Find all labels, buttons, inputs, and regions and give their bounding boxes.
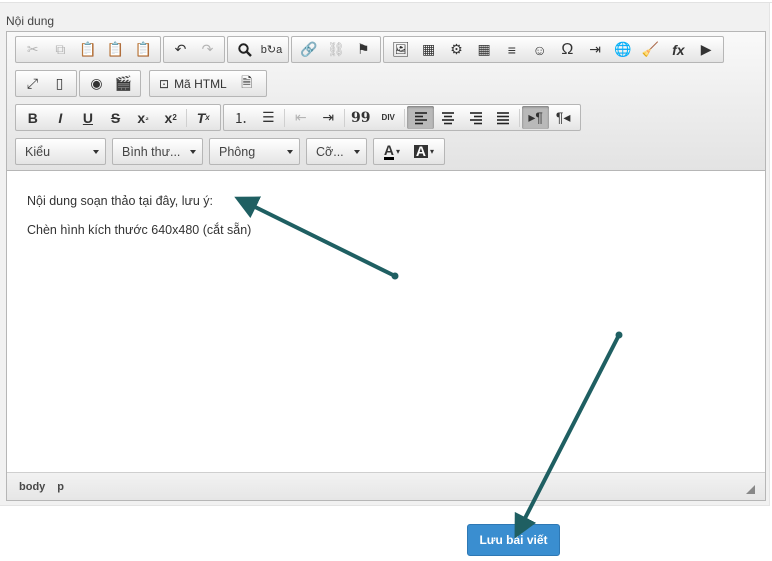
content-paragraph: Chèn hình kích thước 640x480 (cắt sẵn)	[27, 223, 252, 237]
content-paragraph: Nội dung soạn thảo tại đây, lưu ý:	[27, 194, 214, 208]
remove-format-icon[interactable]: Tx	[189, 106, 217, 129]
video-icon[interactable]: 🎬	[110, 72, 137, 95]
create-div-icon[interactable]: DIV	[374, 106, 402, 129]
cut-icon[interactable]: ✂	[19, 38, 47, 61]
maximize-icon[interactable]: ⤢	[19, 72, 46, 95]
superscript-icon[interactable]: x2	[157, 106, 185, 129]
undo-group: ↶ ↷	[163, 36, 225, 63]
path-element-p[interactable]: p	[57, 481, 64, 493]
style-combo-label: Kiểu	[25, 144, 51, 159]
subscript-icon[interactable]: x₂	[129, 106, 157, 129]
align-left-icon[interactable]	[406, 106, 435, 129]
chevron-down-icon	[93, 150, 99, 154]
iframe-globe-icon[interactable]: 🌐	[609, 38, 637, 61]
html-source-label: Mã HTML	[174, 76, 227, 91]
editor-content-area[interactable]: Nội dung soạn thảo tại đây, lưu ý: Chèn …	[7, 172, 765, 472]
outdent-icon[interactable]: ⇤	[287, 106, 315, 129]
color-group: A ▾ A ▾	[373, 138, 445, 165]
smiley-icon[interactable]: ☺	[526, 38, 554, 61]
copy-icon[interactable]: ⧉	[47, 38, 75, 61]
show-blocks-icon[interactable]: ▯	[46, 72, 73, 95]
source-group: ⊡ Mã HTML 🗎	[149, 70, 267, 97]
font-combo-label: Phông	[219, 144, 256, 159]
view-group: ⤢ ▯	[15, 70, 77, 97]
separator	[284, 108, 285, 127]
font-combo[interactable]: Phông	[209, 138, 300, 165]
paste-word-icon[interactable]: 📋	[129, 38, 157, 61]
separator	[403, 108, 405, 127]
image-icon[interactable]: 🖼	[387, 38, 415, 61]
indent-icon[interactable]: ⇥	[314, 106, 342, 129]
media-group: ◉ 🎬	[79, 70, 141, 97]
clean-format-icon[interactable]: 🧹	[637, 38, 665, 61]
strikethrough-button[interactable]: S	[102, 106, 130, 129]
save-article-button[interactable]: Lưu bài viết	[467, 524, 560, 556]
chevron-down-icon	[287, 150, 293, 154]
undo-icon[interactable]: ↶	[167, 38, 194, 61]
anchor-flag-icon[interactable]: ⚑	[350, 38, 377, 61]
editor-statusbar: body p	[7, 472, 765, 500]
format-combo-label: Bình thư...	[122, 144, 181, 159]
underline-button[interactable]: U	[74, 106, 102, 129]
find-group: b↻a	[227, 36, 289, 63]
text-color-icon[interactable]: A ▾	[376, 140, 408, 163]
special-char-icon[interactable]: Ω	[554, 38, 582, 61]
page-break-icon[interactable]: ⇥	[581, 38, 609, 61]
flash-object-icon[interactable]: ⚙	[443, 38, 471, 61]
italic-button[interactable]: I	[47, 106, 75, 129]
text-style-group: B I U S x₂ x2 Tx	[15, 104, 221, 131]
redo-icon[interactable]: ↷	[194, 38, 221, 61]
html-source-button[interactable]: ⊡ Mã HTML	[153, 72, 233, 95]
content-field-panel: Nội dung ✂ ⧉ 📋 📋 📋 ↶ ↷ b↻a 🔗 ⛓ ⚑ 🖼 ▦ ⚙ ▦…	[0, 3, 770, 506]
link-icon[interactable]: 🔗	[295, 38, 322, 61]
insert-group: 🖼 ▦ ⚙ ▦ ≡ ☺ Ω ⇥ 🌐 🧹 fx ▶	[383, 36, 724, 63]
editor-toolbar: ✂ ⧉ 📋 📋 📋 ↶ ↷ b↻a 🔗 ⛓ ⚑ 🖼 ▦ ⚙ ▦ ≡ ☺ Ω ⇥ …	[7, 32, 765, 171]
paragraph-group: ⒈ ☰ ⇤ ⇥ 99 DIV ▸¶ ¶◂	[223, 104, 581, 131]
resize-handle-icon[interactable]	[746, 485, 755, 494]
replace-icon[interactable]: b↻a	[258, 38, 285, 61]
paste-text-icon[interactable]: 📋	[102, 38, 130, 61]
chevron-down-icon	[190, 150, 196, 154]
separator	[186, 108, 188, 127]
align-center-icon[interactable]	[434, 106, 462, 129]
unlink-icon[interactable]: ⛓	[322, 38, 349, 61]
youtube-icon[interactable]: ▶	[692, 38, 720, 61]
size-combo[interactable]: Cỡ...	[306, 138, 367, 165]
numbered-list-icon[interactable]: ⒈	[227, 106, 255, 129]
size-combo-label: Cỡ...	[316, 144, 344, 159]
document-icon[interactable]: 🗎	[233, 72, 261, 95]
path-element-body[interactable]: body	[19, 481, 45, 493]
horizontal-rule-icon[interactable]: ≡	[498, 38, 526, 61]
blockquote-icon[interactable]: 99	[347, 106, 375, 129]
chevron-down-icon	[354, 150, 360, 154]
rtl-direction-icon[interactable]: ¶◂	[549, 106, 577, 129]
background-color-icon[interactable]: A ▾	[408, 140, 440, 163]
align-right-icon[interactable]	[462, 106, 490, 129]
separator	[343, 108, 345, 127]
rich-text-editor: ✂ ⧉ 📋 📋 📋 ↶ ↷ b↻a 🔗 ⛓ ⚑ 🖼 ▦ ⚙ ▦ ≡ ☺ Ω ⇥ …	[6, 31, 766, 501]
ltr-direction-icon[interactable]: ▸¶	[521, 106, 550, 129]
ie-globe-icon[interactable]: ◉	[83, 72, 110, 95]
separator	[518, 108, 520, 127]
table-icon[interactable]: ▦	[470, 38, 498, 61]
bold-button[interactable]: B	[19, 106, 47, 129]
content-field-label: Nội dung	[6, 14, 55, 28]
align-justify-icon[interactable]	[489, 106, 517, 129]
clipboard-group: ✂ ⧉ 📋 📋 📋	[15, 36, 161, 63]
formula-icon[interactable]: fx	[665, 38, 693, 61]
search-icon[interactable]	[231, 38, 258, 61]
format-combo[interactable]: Bình thư...	[112, 138, 203, 165]
bulleted-list-icon[interactable]: ☰	[255, 106, 283, 129]
flash-icon[interactable]: ▦	[415, 38, 443, 61]
paste-icon[interactable]: 📋	[74, 38, 102, 61]
source-icon: ⊡	[159, 76, 170, 91]
link-group: 🔗 ⛓ ⚑	[291, 36, 381, 63]
style-combo[interactable]: Kiểu	[15, 138, 106, 165]
